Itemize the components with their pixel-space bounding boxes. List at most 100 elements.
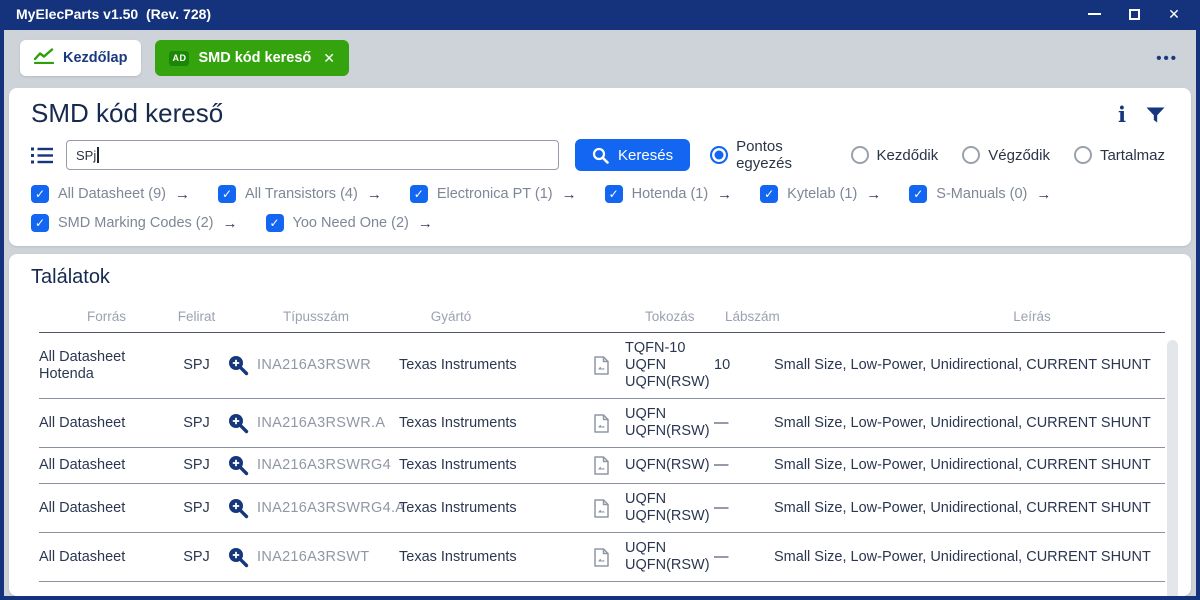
overflow-menu-icon[interactable]: ••• [1156, 50, 1178, 67]
source-s-manuals[interactable]: ✓ S-Manuals (0) → [909, 185, 1051, 203]
tab-close-icon[interactable]: ✕ [323, 50, 335, 67]
table-row[interactable]: All Datasheet SPJ INA216A3RSWT Texas Ins… [39, 533, 1165, 582]
cell-part-number: INA216A3RSWRG4 [257, 457, 399, 474]
cell-package: TQFN-10 UQFN UQFN(RSW) [597, 340, 687, 391]
datasheet-icon[interactable] [557, 414, 597, 433]
source-smd-marking-codes[interactable]: ✓ SMD Marking Codes (2) → [31, 214, 238, 232]
cell-description: Small Size, Low-Power, Unidirectional, C… [759, 549, 1165, 566]
search-button[interactable]: Keresés [575, 139, 690, 171]
arrow-right-icon[interactable]: → [367, 186, 382, 203]
arrow-right-icon[interactable]: → [418, 215, 433, 232]
maximize-icon[interactable] [1126, 6, 1142, 22]
cell-marking: SPJ [174, 457, 219, 474]
cell-description: Small Size, Low-Power, Unidirectional, C… [759, 415, 1165, 432]
table-row[interactable]: All Datasheet SPJ INA216A3RSWRG4 Texas I… [39, 448, 1165, 484]
table-row[interactable]: All Datasheet SPJ INA216A3RSWR.A Texas I… [39, 399, 1165, 448]
arrow-right-icon[interactable]: → [223, 215, 238, 232]
checkbox-icon: ✓ [605, 185, 623, 203]
datasheet-icon[interactable] [557, 548, 597, 567]
radio-icon [1074, 146, 1092, 164]
checkbox-icon: ✓ [31, 214, 49, 232]
results-table: Forrás Felirat Típusszám Gyártó Tokozás … [39, 309, 1165, 582]
column-header-manufacturer: Gyártó [399, 309, 557, 324]
search-panel: SMD kód kereső i [9, 88, 1191, 246]
source-yoo-need-one[interactable]: ✓ Yoo Need One (2) → [266, 214, 433, 232]
ad-badge-icon: AD [169, 51, 189, 66]
column-header-description: Leírás [759, 309, 1165, 324]
datasheet-icon[interactable] [557, 356, 597, 375]
arrow-right-icon[interactable]: → [717, 186, 732, 203]
checkbox-icon: ✓ [410, 185, 428, 203]
window-controls: ✕ [1086, 6, 1182, 22]
zoom-in-icon[interactable] [219, 547, 257, 568]
checkbox-icon: ✓ [760, 185, 778, 203]
cell-source: All Datasheet [39, 549, 174, 566]
source-kytelab[interactable]: ✓ Kytelab (1) → [760, 185, 881, 203]
source-all-datasheet[interactable]: ✓ All Datasheet (9) → [31, 185, 190, 203]
arrow-right-icon[interactable]: → [1036, 186, 1051, 203]
datasheet-icon[interactable] [557, 456, 597, 475]
filter-icon[interactable] [1146, 107, 1165, 123]
cell-pin-count: — [687, 549, 759, 566]
minimize-icon[interactable] [1086, 6, 1102, 22]
column-header-part-number: Típusszám [257, 309, 399, 324]
cell-source: All Datasheet [39, 415, 174, 432]
checkbox-icon: ✓ [31, 185, 49, 203]
table-row[interactable]: All Datasheet SPJ INA216A3RSWRG4.A Texas… [39, 484, 1165, 533]
cell-package: UQFN UQFN(RSW) [597, 406, 687, 440]
cell-source: All Datasheet [39, 500, 174, 517]
list-icon[interactable] [31, 146, 54, 165]
text-caret [97, 147, 99, 163]
cell-source: All Datasheet [39, 457, 174, 474]
checkbox-icon: ✓ [266, 214, 284, 232]
app-window: MyElecParts v1.50 (Rev. 728) ✕ Kezdőlap … [0, 0, 1200, 600]
source-hotenda[interactable]: ✓ Hotenda (1) → [605, 185, 733, 203]
cell-pin-count: — [687, 457, 759, 474]
zoom-in-icon[interactable] [219, 455, 257, 476]
checkbox-icon: ✓ [218, 185, 236, 203]
arrow-right-icon[interactable]: → [866, 186, 881, 203]
table-row[interactable]: All Datasheet Hotenda SPJ INA216A3RSWR T… [39, 333, 1165, 399]
radio-contains[interactable]: Tartalmaz [1074, 146, 1165, 164]
zoom-in-icon[interactable] [219, 355, 257, 376]
radio-exact-match[interactable]: Pontos egyezés [710, 138, 826, 172]
cell-description: Small Size, Low-Power, Unidirectional, C… [759, 357, 1165, 374]
main-content: SMD kód kereső i [4, 86, 1196, 596]
zoom-in-icon[interactable] [219, 498, 257, 519]
radio-ends-with[interactable]: Végződik [962, 146, 1050, 164]
datasheet-icon[interactable] [557, 499, 597, 518]
cell-part-number: INA216A3RSWRG4.A [257, 500, 399, 517]
zoom-in-icon[interactable] [219, 413, 257, 434]
cell-manufacturer: Texas Instruments [399, 457, 557, 474]
cell-manufacturer: Texas Instruments [399, 415, 557, 432]
arrow-right-icon[interactable]: → [562, 186, 577, 203]
search-input[interactable]: SPj [66, 140, 559, 170]
vertical-scrollbar [1167, 340, 1178, 596]
cell-description: Small Size, Low-Power, Unidirectional, C… [759, 500, 1165, 517]
source-all-transistors[interactable]: ✓ All Transistors (4) → [218, 185, 382, 203]
window-title: MyElecParts v1.50 (Rev. 728) [16, 6, 211, 22]
close-icon[interactable]: ✕ [1166, 6, 1182, 22]
tab-home[interactable]: Kezdőlap [20, 40, 141, 76]
cell-pin-count: — [687, 415, 759, 432]
page-title: SMD kód kereső [31, 98, 223, 129]
chart-line-icon [34, 48, 54, 68]
results-panel: Találatok Forrás Felirat Típusszám Gyárt… [9, 254, 1191, 596]
tab-smd-search[interactable]: AD SMD kód kereső ✕ [155, 40, 349, 76]
tab-smd-label: SMD kód kereső [198, 50, 311, 66]
cell-package: UQFN UQFN(RSW) [597, 491, 687, 525]
cell-marking: SPJ [174, 415, 219, 432]
arrow-right-icon[interactable]: → [175, 186, 190, 203]
tab-home-label: Kezdőlap [63, 50, 127, 66]
source-electronica-pt[interactable]: ✓ Electronica PT (1) → [410, 185, 577, 203]
cell-source: All Datasheet Hotenda [39, 349, 174, 383]
cell-description: Small Size, Low-Power, Unidirectional, C… [759, 457, 1165, 474]
cell-marking: SPJ [174, 500, 219, 517]
scrollbar-thumb[interactable] [1167, 340, 1178, 596]
radio-starts-with[interactable]: Kezdődik [851, 146, 939, 164]
info-icon[interactable]: i [1118, 104, 1126, 125]
column-header-marking: Felirat [174, 309, 219, 324]
title-bar: MyElecParts v1.50 (Rev. 728) ✕ [4, 0, 1196, 30]
table-header-row: Forrás Felirat Típusszám Gyártó Tokozás … [39, 309, 1165, 333]
cell-pin-count: 10 [687, 357, 759, 374]
